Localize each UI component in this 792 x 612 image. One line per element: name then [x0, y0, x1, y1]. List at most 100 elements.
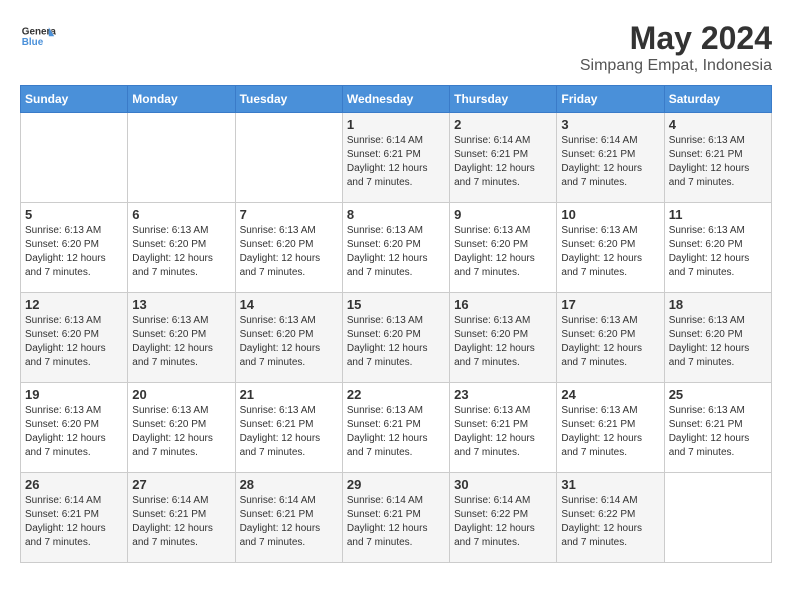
- day-number: 9: [454, 207, 552, 222]
- calendar-cell: 5 Sunrise: 6:13 AMSunset: 6:20 PMDaylight…: [21, 203, 128, 293]
- day-info: Sunrise: 6:13 AMSunset: 6:20 PMDaylight:…: [240, 224, 338, 280]
- calendar-cell: [128, 113, 235, 203]
- calendar-cell: [664, 473, 771, 563]
- day-number: 5: [25, 207, 123, 222]
- day-info: Sunrise: 6:13 AMSunset: 6:21 PMDaylight:…: [561, 404, 659, 460]
- calendar-cell: 20Sunrise: 6:13 AMSunset: 6:20 PMDayligh…: [128, 383, 235, 473]
- day-info: Sunrise: 6:14 AMSunset: 6:21 PMDaylight:…: [132, 494, 230, 550]
- day-info: Sunrise: 6:13 AMSunset: 6:20 PMDaylight:…: [454, 224, 552, 280]
- calendar-cell: 22 Sunrise: 6:13 AMSunset: 6:21 PMDayligh…: [342, 383, 449, 473]
- calendar-cell: 9 Sunrise: 6:13 AMSunset: 6:20 PMDaylight…: [450, 203, 557, 293]
- calendar-cell: 4 Sunrise: 6:13 AMSunset: 6:21 PMDaylight…: [664, 113, 771, 203]
- calendar-cell: 21 Sunrise: 6:13 AMSunset: 6:21 PMDayligh…: [235, 383, 342, 473]
- day-number: 3: [561, 117, 659, 132]
- day-number: 4: [669, 117, 767, 132]
- day-number: 17: [561, 297, 659, 312]
- day-info: Sunrise: 6:13 AMSunset: 6:20 PMDaylight:…: [132, 314, 230, 370]
- day-number: 10: [561, 207, 659, 222]
- day-info: Sunrise: 6:13 AMSunset: 6:20 PMDaylight:…: [347, 224, 445, 280]
- day-number: 26: [25, 477, 123, 492]
- calendar-cell: 14Sunrise: 6:13 AMSunset: 6:20 PMDayligh…: [235, 293, 342, 383]
- day-number: 8: [347, 207, 445, 222]
- day-number: 27: [132, 477, 230, 492]
- day-number: 11: [669, 207, 767, 222]
- calendar-cell: 28 Sunrise: 6:14 AMSunset: 6:21 PMDayligh…: [235, 473, 342, 563]
- week-row-3: 12 Sunrise: 6:13 AMSunset: 6:20 PMDayligh…: [21, 293, 772, 383]
- day-number: 21: [240, 387, 338, 402]
- day-info: Sunrise: 6:13 AMSunset: 6:21 PMDaylight:…: [669, 404, 767, 460]
- calendar-cell: 24 Sunrise: 6:13 AMSunset: 6:21 PMDayligh…: [557, 383, 664, 473]
- day-info: Sunrise: 6:14 AMSunset: 6:21 PMDaylight:…: [454, 134, 552, 190]
- day-info: Sunrise: 6:14 AMSunset: 6:21 PMDaylight:…: [347, 494, 445, 550]
- day-info: Sunrise: 6:14 AMSunset: 6:21 PMDaylight:…: [561, 134, 659, 190]
- day-number: 2: [454, 117, 552, 132]
- page-header: General Blue May 2024 Simpang Empat, Ind…: [20, 20, 772, 75]
- logo-icon: General Blue: [20, 20, 56, 56]
- day-info: Sunrise: 6:13 AMSunset: 6:20 PMDaylight:…: [25, 224, 123, 280]
- day-number: 28: [240, 477, 338, 492]
- day-number: 29: [347, 477, 445, 492]
- calendar-cell: 30 Sunrise: 6:14 AMSunset: 6:22 PMDayligh…: [450, 473, 557, 563]
- calendar-cell: 15 Sunrise: 6:13 AMSunset: 6:20 PMDayligh…: [342, 293, 449, 383]
- title-block: May 2024 Simpang Empat, Indonesia: [580, 20, 772, 75]
- calendar-cell: 16Sunrise: 6:13 AMSunset: 6:20 PMDayligh…: [450, 293, 557, 383]
- day-info: Sunrise: 6:14 AMSunset: 6:21 PMDaylight:…: [25, 494, 123, 550]
- day-info: Sunrise: 6:13 AMSunset: 6:20 PMDaylight:…: [25, 314, 123, 370]
- main-title: May 2024: [580, 20, 772, 57]
- day-number: 18: [669, 297, 767, 312]
- day-info: Sunrise: 6:14 AMSunset: 6:22 PMDaylight:…: [561, 494, 659, 550]
- day-info: Sunrise: 6:13 AMSunset: 6:20 PMDaylight:…: [132, 224, 230, 280]
- week-row-5: 26 Sunrise: 6:14 AMSunset: 6:21 PMDayligh…: [21, 473, 772, 563]
- day-info: Sunrise: 6:13 AMSunset: 6:20 PMDaylight:…: [25, 404, 123, 460]
- calendar-cell: 17 Sunrise: 6:13 AMSunset: 6:20 PMDayligh…: [557, 293, 664, 383]
- day-number: 1: [347, 117, 445, 132]
- day-info: Sunrise: 6:13 AMSunset: 6:20 PMDaylight:…: [561, 314, 659, 370]
- day-info: Sunrise: 6:13 AMSunset: 6:20 PMDaylight:…: [454, 314, 552, 370]
- day-number: 15: [347, 297, 445, 312]
- day-info: Sunrise: 6:14 AMSunset: 6:21 PMDaylight:…: [240, 494, 338, 550]
- day-info: Sunrise: 6:13 AMSunset: 6:21 PMDaylight:…: [669, 134, 767, 190]
- calendar-cell: 25 Sunrise: 6:13 AMSunset: 6:21 PMDayligh…: [664, 383, 771, 473]
- day-number: 7: [240, 207, 338, 222]
- calendar-cell: 1Sunrise: 6:14 AMSunset: 6:21 PMDaylight…: [342, 113, 449, 203]
- calendar-cell: 8 Sunrise: 6:13 AMSunset: 6:20 PMDaylight…: [342, 203, 449, 293]
- day-number: 30: [454, 477, 552, 492]
- day-number: 25: [669, 387, 767, 402]
- calendar-cell: 11Sunrise: 6:13 AMSunset: 6:20 PMDayligh…: [664, 203, 771, 293]
- week-row-2: 5 Sunrise: 6:13 AMSunset: 6:20 PMDaylight…: [21, 203, 772, 293]
- day-number: 19: [25, 387, 123, 402]
- day-number: 6: [132, 207, 230, 222]
- day-info: Sunrise: 6:13 AMSunset: 6:20 PMDaylight:…: [669, 314, 767, 370]
- logo: General Blue: [20, 20, 56, 56]
- calendar-cell: 10 Sunrise: 6:13 AMSunset: 6:20 PMDayligh…: [557, 203, 664, 293]
- day-info: Sunrise: 6:13 AMSunset: 6:20 PMDaylight:…: [561, 224, 659, 280]
- day-info: Sunrise: 6:13 AMSunset: 6:20 PMDaylight:…: [347, 314, 445, 370]
- calendar-cell: 23Sunrise: 6:13 AMSunset: 6:21 PMDayligh…: [450, 383, 557, 473]
- day-info: Sunrise: 6:13 AMSunset: 6:20 PMDaylight:…: [132, 404, 230, 460]
- header-row: SundayMondayTuesdayWednesdayThursdayFrid…: [21, 86, 772, 113]
- week-row-1: 1 Sunrise: 6:14 AMSunset: 6:21 PMDaylight…: [21, 113, 772, 203]
- calendar-cell: 19 Sunrise: 6:13 AMSunset: 6:20 PMDayligh…: [21, 383, 128, 473]
- calendar-cell: [235, 113, 342, 203]
- day-info: Sunrise: 6:13 AMSunset: 6:20 PMDaylight:…: [240, 314, 338, 370]
- calendar-cell: 27 Sunrise: 6:14 AMSunset: 6:21 PMDayligh…: [128, 473, 235, 563]
- column-header-saturday: Saturday: [664, 86, 771, 113]
- column-header-sunday: Sunday: [21, 86, 128, 113]
- calendar-cell: 3 Sunrise: 6:14 AMSunset: 6:21 PMDaylight…: [557, 113, 664, 203]
- day-info: Sunrise: 6:13 AMSunset: 6:21 PMDaylight:…: [347, 404, 445, 460]
- day-number: 22: [347, 387, 445, 402]
- calendar-cell: 2 Sunrise: 6:14 AMSunset: 6:21 PMDaylight…: [450, 113, 557, 203]
- calendar-cell: 29 Sunrise: 6:14 AMSunset: 6:21 PMDayligh…: [342, 473, 449, 563]
- calendar-cell: 18 Sunrise: 6:13 AMSunset: 6:20 PMDayligh…: [664, 293, 771, 383]
- calendar-cell: 26 Sunrise: 6:14 AMSunset: 6:21 PMDayligh…: [21, 473, 128, 563]
- calendar-cell: 6 Sunrise: 6:13 AMSunset: 6:20 PMDaylight…: [128, 203, 235, 293]
- day-number: 31: [561, 477, 659, 492]
- subtitle: Simpang Empat, Indonesia: [580, 57, 772, 75]
- day-info: Sunrise: 6:13 AMSunset: 6:21 PMDaylight:…: [240, 404, 338, 460]
- day-number: 24: [561, 387, 659, 402]
- calendar-table: SundayMondayTuesdayWednesdayThursdayFrid…: [20, 85, 772, 563]
- day-info: Sunrise: 6:14 AMSunset: 6:22 PMDaylight:…: [454, 494, 552, 550]
- calendar-cell: [21, 113, 128, 203]
- calendar-cell: 13Sunrise: 6:13 AMSunset: 6:20 PMDayligh…: [128, 293, 235, 383]
- day-number: 12: [25, 297, 123, 312]
